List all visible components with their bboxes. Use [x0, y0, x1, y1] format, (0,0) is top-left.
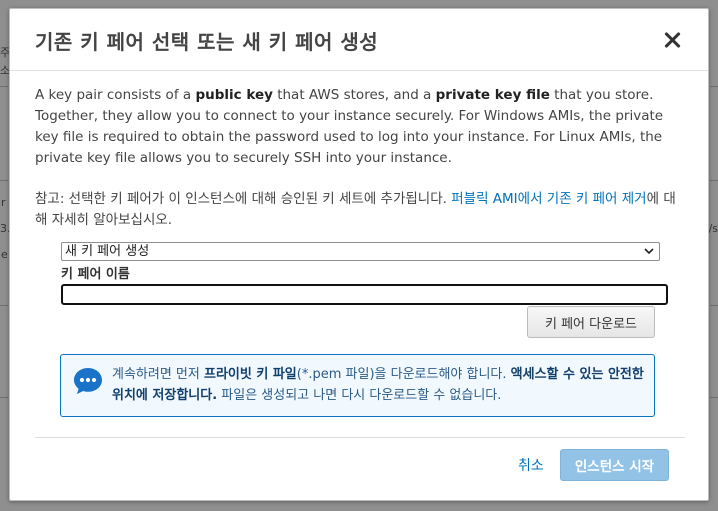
footer-divider: [35, 437, 685, 438]
key-pair-select[interactable]: 새 키 페어 생성: [61, 242, 660, 261]
cancel-link[interactable]: 취소: [518, 455, 544, 475]
chevron-down-icon: [644, 248, 654, 255]
info-text: 파일은 생성되고 나면 다시 다운로드할 수 없습니다.: [217, 388, 502, 403]
info-bold: 프라이빗 키 파일: [204, 367, 297, 382]
download-info-alert: 계속하려면 먼저 프라이빗 키 파일(*.pem 파일)을 다운로드해야 합니다…: [60, 354, 655, 417]
background-fragment: e: [1, 248, 8, 261]
info-text: 계속하려면 먼저: [112, 367, 204, 382]
launch-instance-button[interactable]: 인스턴스 시작: [560, 449, 669, 481]
dialog-title: 기존 키 페어 선택 또는 새 키 페어 생성: [35, 30, 379, 54]
background-divider: [0, 397, 8, 398]
background-divider: [710, 180, 718, 181]
description-text: that AWS stores, and a: [272, 87, 436, 103]
background-divider: [710, 305, 718, 306]
background-fragment: r: [1, 196, 6, 209]
info-message: 계속하려면 먼저 프라이빗 키 파일(*.pem 파일)을 다운로드해야 합니다…: [112, 364, 652, 406]
background-divider: [0, 305, 8, 306]
note-text: 참고: 선택한 키 페어가 이 인스턴스에 대해 승인된 키 세트에 추가됩니다…: [35, 191, 452, 207]
close-icon[interactable]: [664, 31, 682, 49]
background-divider: [0, 180, 8, 181]
background-fragment: /s: [708, 222, 718, 235]
dialog-header: 기존 키 페어 선택 또는 새 키 페어 생성: [10, 9, 708, 71]
remove-key-pair-link[interactable]: 퍼블릭 AMI에서 기존 키 페어 제거: [451, 191, 646, 207]
key-pair-name-input[interactable]: [61, 284, 668, 305]
speech-bubble-icon: [74, 368, 102, 394]
key-pair-select-value: 새 키 페어 생성: [65, 244, 150, 259]
key-pair-dialog: 기존 키 페어 선택 또는 새 키 페어 생성 A key pair consi…: [9, 8, 709, 501]
download-key-pair-button[interactable]: 키 페어 다운로드: [527, 306, 655, 338]
background-divider: [710, 86, 718, 87]
background-divider: [710, 397, 718, 398]
description-bold: private key file: [435, 87, 550, 103]
key-pair-name-label: 키 페어 이름: [61, 267, 130, 282]
key-pair-note: 참고: 선택한 키 페어가 이 인스턴스에 대해 승인된 키 세트에 추가됩니다…: [35, 189, 685, 231]
description-bold: public key: [195, 87, 273, 103]
info-text: (*.pem 파일)을 다운로드해야 합니다.: [296, 367, 511, 382]
key-pair-description: A key pair consists of a public key that…: [35, 85, 687, 169]
background-divider: [0, 86, 8, 87]
description-text: A key pair consists of a: [35, 87, 196, 103]
